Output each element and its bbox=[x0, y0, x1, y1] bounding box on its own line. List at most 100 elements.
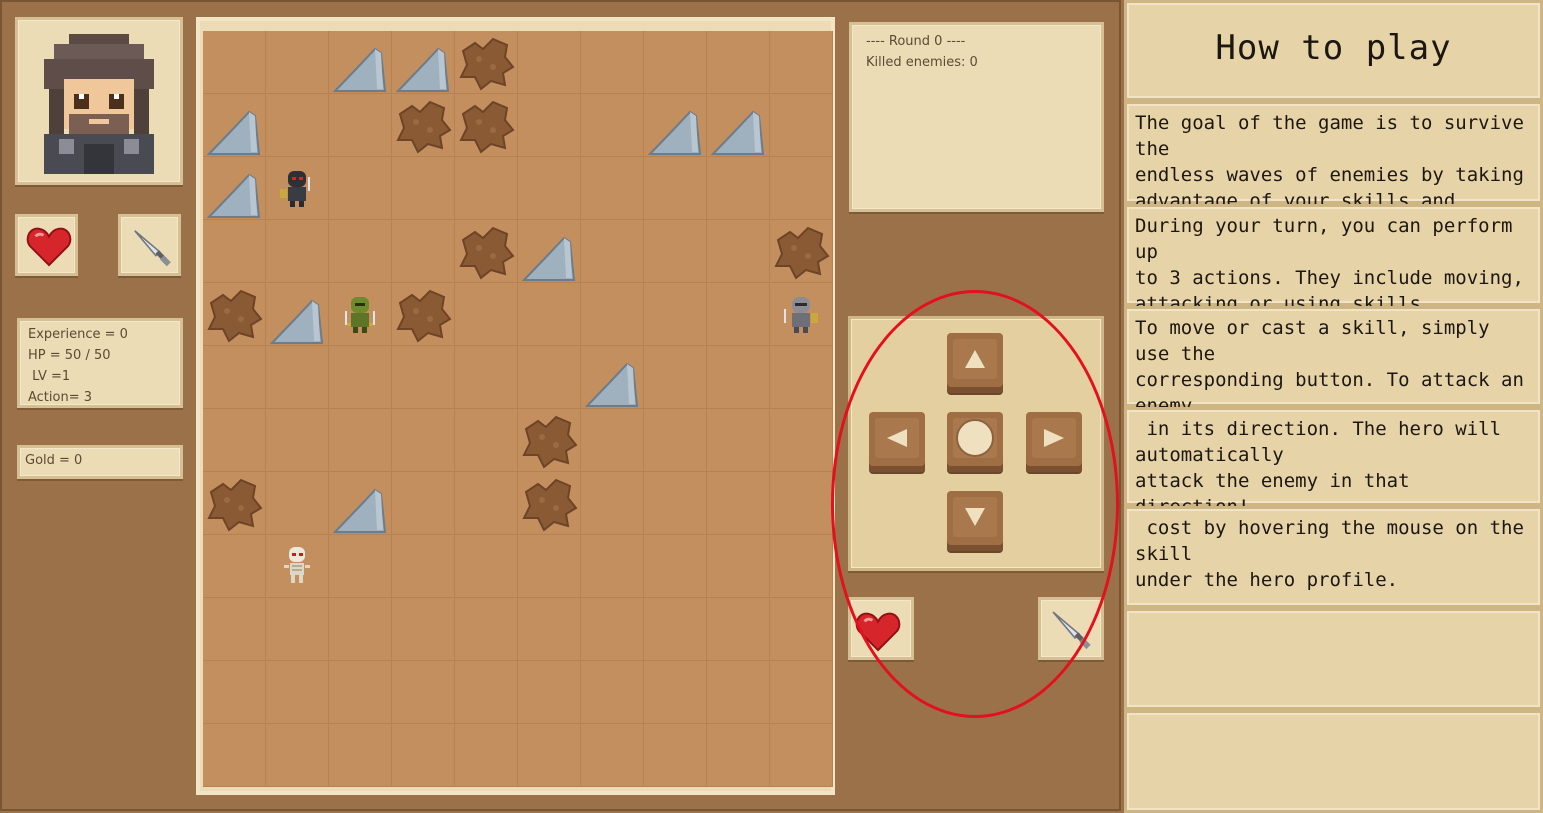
board-cell[interactable] bbox=[455, 157, 518, 220]
board-cell[interactable] bbox=[770, 598, 833, 661]
board-cell[interactable] bbox=[581, 661, 644, 724]
board-cell[interactable] bbox=[518, 409, 581, 472]
board-cell[interactable] bbox=[266, 409, 329, 472]
board-cell[interactable] bbox=[266, 346, 329, 409]
attack-skill-button[interactable] bbox=[118, 214, 181, 276]
board-cell[interactable] bbox=[203, 346, 266, 409]
board-cell[interactable] bbox=[392, 472, 455, 535]
board-cell[interactable] bbox=[644, 724, 707, 787]
board-cell[interactable] bbox=[518, 598, 581, 661]
board-cell[interactable] bbox=[329, 157, 392, 220]
board-cell[interactable] bbox=[329, 220, 392, 283]
board-cell[interactable] bbox=[644, 535, 707, 598]
board-cell[interactable] bbox=[266, 220, 329, 283]
board-cell[interactable] bbox=[581, 31, 644, 94]
board-cell[interactable] bbox=[392, 598, 455, 661]
board-cell[interactable] bbox=[266, 283, 329, 346]
board-cell[interactable] bbox=[266, 598, 329, 661]
board-cell[interactable] bbox=[770, 94, 833, 157]
board-cell[interactable] bbox=[707, 409, 770, 472]
board-cell[interactable] bbox=[266, 94, 329, 157]
board-cell[interactable] bbox=[518, 31, 581, 94]
board-cell[interactable] bbox=[581, 472, 644, 535]
board-cell[interactable] bbox=[203, 724, 266, 787]
board-cell[interactable] bbox=[203, 157, 266, 220]
board-cell[interactable] bbox=[455, 409, 518, 472]
board-cell[interactable] bbox=[392, 346, 455, 409]
board-cell[interactable] bbox=[707, 157, 770, 220]
board-cell[interactable] bbox=[581, 283, 644, 346]
board-cell[interactable] bbox=[770, 346, 833, 409]
board-cell[interactable] bbox=[266, 535, 329, 598]
board-cell[interactable] bbox=[707, 472, 770, 535]
board-cell[interactable] bbox=[203, 598, 266, 661]
board-cell[interactable] bbox=[203, 31, 266, 94]
board-cell[interactable] bbox=[707, 31, 770, 94]
board-cell[interactable] bbox=[392, 535, 455, 598]
board-cell[interactable] bbox=[581, 346, 644, 409]
board-cell[interactable] bbox=[266, 157, 329, 220]
board-cell[interactable] bbox=[518, 94, 581, 157]
board-cell[interactable] bbox=[644, 346, 707, 409]
board-cell[interactable] bbox=[455, 724, 518, 787]
board-cell[interactable] bbox=[329, 31, 392, 94]
board-cell[interactable] bbox=[770, 535, 833, 598]
board-cell[interactable] bbox=[707, 346, 770, 409]
board-cell[interactable] bbox=[581, 724, 644, 787]
board-cell[interactable] bbox=[581, 598, 644, 661]
board-cell[interactable] bbox=[455, 598, 518, 661]
board-cell[interactable] bbox=[329, 283, 392, 346]
board-cell[interactable] bbox=[518, 661, 581, 724]
board-cell[interactable] bbox=[266, 31, 329, 94]
board-cell[interactable] bbox=[203, 220, 266, 283]
board-cell[interactable] bbox=[329, 598, 392, 661]
board-cell[interactable] bbox=[329, 661, 392, 724]
board-cell[interactable] bbox=[644, 472, 707, 535]
board-cell[interactable] bbox=[455, 283, 518, 346]
board-cell[interactable] bbox=[455, 31, 518, 94]
board-cell[interactable] bbox=[644, 94, 707, 157]
board-cell[interactable] bbox=[644, 598, 707, 661]
board-cell[interactable] bbox=[770, 283, 833, 346]
game-board[interactable] bbox=[203, 31, 833, 787]
board-cell[interactable] bbox=[329, 94, 392, 157]
board-cell[interactable] bbox=[770, 661, 833, 724]
board-cell[interactable] bbox=[770, 724, 833, 787]
board-cell[interactable] bbox=[329, 472, 392, 535]
board-cell[interactable] bbox=[518, 346, 581, 409]
board-cell[interactable] bbox=[518, 157, 581, 220]
board-cell[interactable] bbox=[329, 724, 392, 787]
board-cell[interactable] bbox=[329, 535, 392, 598]
board-cell[interactable] bbox=[581, 157, 644, 220]
board-cell[interactable] bbox=[203, 535, 266, 598]
board-cell[interactable] bbox=[581, 94, 644, 157]
board-cell[interactable] bbox=[644, 661, 707, 724]
board-cell[interactable] bbox=[707, 220, 770, 283]
board-cell[interactable] bbox=[518, 535, 581, 598]
board-cell[interactable] bbox=[707, 94, 770, 157]
board-cell[interactable] bbox=[644, 409, 707, 472]
board-cell[interactable] bbox=[644, 283, 707, 346]
board-cell[interactable] bbox=[644, 157, 707, 220]
board-cell[interactable] bbox=[203, 409, 266, 472]
board-cell[interactable] bbox=[455, 94, 518, 157]
board-cell[interactable] bbox=[770, 220, 833, 283]
board-cell[interactable] bbox=[203, 283, 266, 346]
board-cell[interactable] bbox=[644, 220, 707, 283]
board-cell[interactable] bbox=[392, 724, 455, 787]
board-cell[interactable] bbox=[518, 283, 581, 346]
board-cell[interactable] bbox=[644, 31, 707, 94]
board-cell[interactable] bbox=[266, 724, 329, 787]
board-cell[interactable] bbox=[392, 157, 455, 220]
board-cell[interactable] bbox=[770, 31, 833, 94]
board-cell[interactable] bbox=[707, 283, 770, 346]
board-cell[interactable] bbox=[203, 94, 266, 157]
board-cell[interactable] bbox=[770, 157, 833, 220]
board-cell[interactable] bbox=[455, 661, 518, 724]
heal-skill-button[interactable] bbox=[15, 214, 78, 276]
board-cell[interactable] bbox=[455, 535, 518, 598]
board-cell[interactable] bbox=[581, 220, 644, 283]
board-cell[interactable] bbox=[518, 220, 581, 283]
board-cell[interactable] bbox=[707, 724, 770, 787]
board-cell[interactable] bbox=[203, 661, 266, 724]
